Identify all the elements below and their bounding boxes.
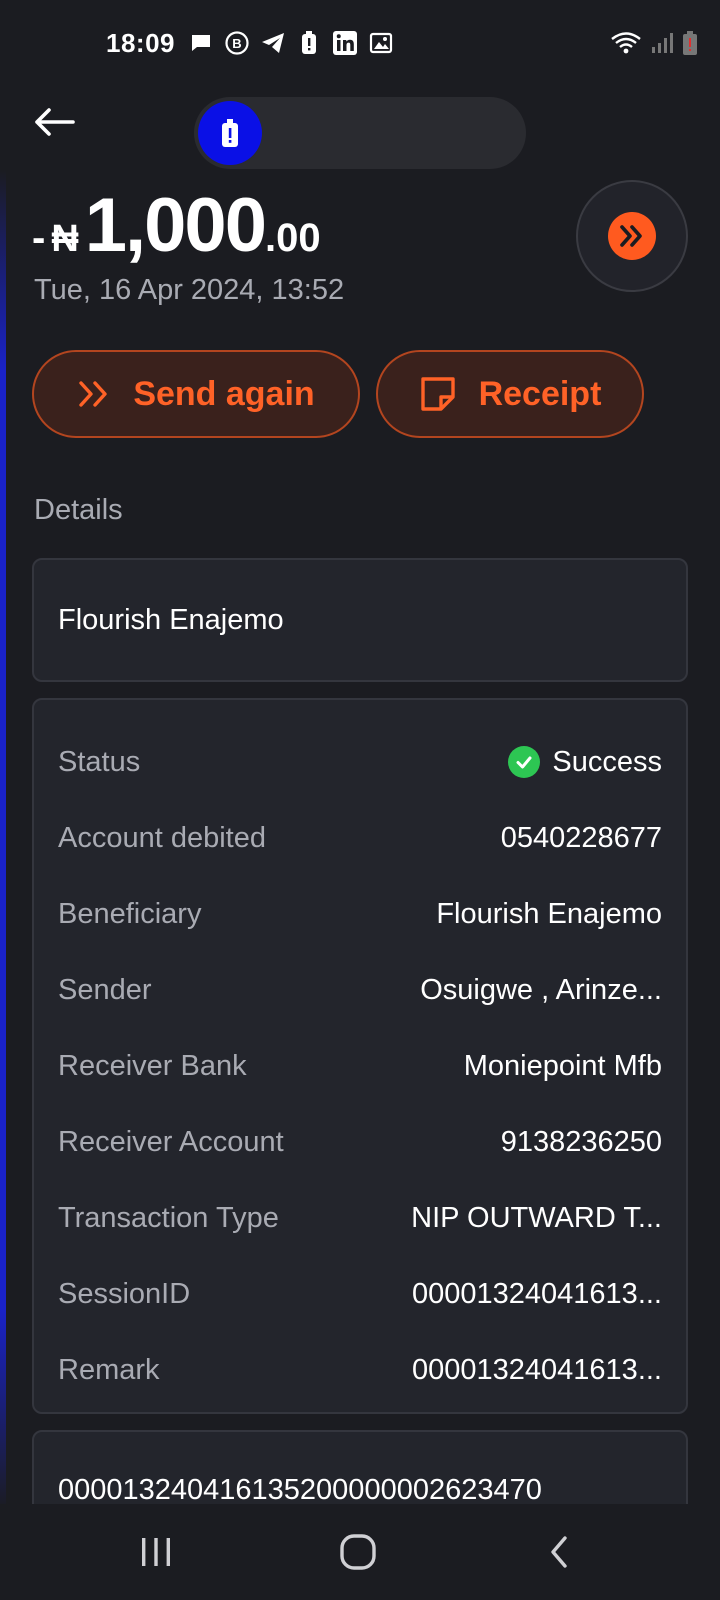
detail-row-session-id: SessionID 00001324041613... [58,1256,662,1332]
detail-key: Receiver Account [58,1125,284,1158]
receipt-icon [420,377,455,411]
status-value: Success [508,746,662,779]
floating-notification-pill[interactable] [194,97,526,169]
detail-key: Remark [58,1353,160,1386]
detail-key: Beneficiary [58,897,202,930]
check-circle-icon [508,746,541,778]
signal-icon [650,31,674,60]
detail-value: NIP OUTWARD T... [411,1201,662,1234]
send-again-label: Send again [133,374,315,413]
detail-key: Account debited [58,821,266,854]
message-icon [188,30,214,56]
detail-row-transaction-type: Transaction Type NIP OUTWARD T... [58,1180,662,1256]
image-icon [368,30,394,56]
receipt-label: Receipt [478,374,602,413]
chevron-left-icon [551,1536,567,1568]
transaction-amount: - ₦ 1,000 .00 [32,182,321,272]
recents-button[interactable] [126,1522,186,1582]
edge-glow [0,170,6,1510]
alert-battery-icon [296,30,322,56]
receipt-button[interactable]: Receipt [376,350,644,438]
send-again-button[interactable]: Send again [32,350,360,438]
detail-key: Sender [58,973,152,1006]
double-chevron-right-icon [79,381,108,407]
amount-main: 1,000 [84,183,267,268]
detail-value: 00001324041613... [412,1277,662,1310]
beneficiary-card: Flourish Enajemo [32,558,688,682]
b-circle-icon: B [224,30,250,56]
notification-icons: B [188,30,394,56]
double-chevron-right-icon [620,225,642,247]
status-bar: 18:09 B [0,22,720,66]
detail-row-sender: Sender Osuigwe , Arinze... [58,952,662,1028]
forward-icon-bg [608,212,656,260]
home-icon [340,1534,376,1570]
detail-row-status: Status Success [58,724,662,800]
details-heading: Details [34,494,123,526]
battery-icon [682,30,698,61]
detail-row-receiver-account: Receiver Account 9138236250 [58,1104,662,1180]
currency-symbol: ₦ [51,218,79,260]
status-time: 18:09 [106,28,175,58]
wifi-icon [610,30,642,61]
detail-value: 0540228677 [500,821,662,854]
detail-key: SessionID [58,1277,191,1310]
detail-value: Flourish Enajemo [436,897,662,930]
detail-row-beneficiary: Beneficiary Flourish Enajemo [58,876,662,952]
telegram-icon [260,30,286,56]
pill-indicator [198,101,262,165]
detail-value: 00001324041613... [412,1353,662,1386]
detail-value: 9138236250 [500,1125,662,1158]
detail-key: Status [58,745,141,778]
forward-button[interactable] [576,180,688,292]
linkedin-icon [332,30,358,56]
detail-key: Transaction Type [58,1201,279,1234]
alert-battery-icon [222,119,238,147]
detail-key: Receiver Bank [58,1049,247,1082]
detail-value: Osuigwe , Arinze... [420,973,662,1006]
arrow-left-icon [35,108,75,136]
detail-row-receiver-bank: Receiver Bank Moniepoint Mfb [58,1028,662,1104]
details-card: Status Success Account debited 054022867… [32,698,688,1414]
amount-sign: - [32,216,46,260]
system-nav-bar [0,1504,720,1600]
svg-text:B: B [232,36,241,51]
back-button[interactable] [28,100,80,144]
status-text: Success [552,745,662,778]
remark-full-text: 000013240416135200000002623470 [58,1474,542,1506]
detail-row-account-debited: Account debited 0540228677 [58,800,662,876]
home-button[interactable] [328,1522,388,1582]
detail-row-remark: Remark 00001324041613... [58,1332,662,1408]
transaction-datetime: Tue, 16 Apr 2024, 13:52 [34,274,345,306]
detail-value: Moniepoint Mfb [463,1049,662,1082]
amount-decimal: .00 [264,216,321,260]
system-back-button[interactable] [530,1522,590,1582]
beneficiary-name: Flourish Enajemo [58,603,284,636]
recents-icon [142,1538,170,1566]
system-icons [610,30,698,61]
